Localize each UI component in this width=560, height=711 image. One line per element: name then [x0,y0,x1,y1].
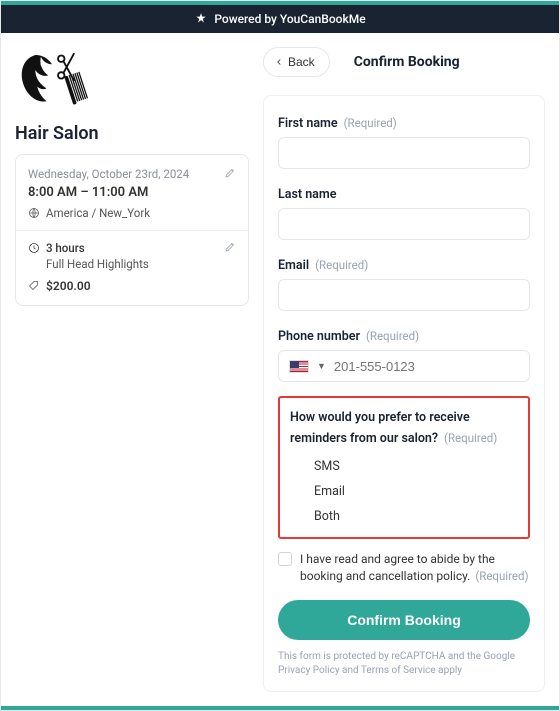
reminder-question-label: How would you prefer to receive reminder… [290,410,470,446]
booking-form: First name (Required) Last name Email (R… [263,95,545,692]
reminder-preference-group: How would you prefer to receive reminder… [278,396,530,539]
chevron-left-icon [274,57,284,67]
summary-time: 8:00 AM – 11:00 AM [28,185,224,200]
summary-duration: 3 hours [46,241,85,255]
required-tag: (Required) [315,258,368,272]
edit-service-icon[interactable] [224,241,236,253]
app-frame: Powered by YouCanBookMe [0,0,560,711]
clock-icon [28,242,40,254]
powered-by-text: Powered by YouCanBookMe [214,12,365,26]
last-name-label: Last name [278,187,336,202]
first-name-input[interactable] [278,137,530,169]
back-button-label: Back [288,55,315,69]
summary-service: Full Head Highlights [46,257,224,271]
phone-label: Phone number [278,329,360,344]
consent-checkbox[interactable] [278,552,292,566]
consent-text: I have read and agree to abide by the bo… [300,552,495,583]
first-name-label: First name [278,116,338,131]
business-logo [15,47,249,113]
confirm-booking-button[interactable]: Confirm Booking [278,600,530,640]
required-tag: (Required) [444,431,497,445]
required-tag: (Required) [475,569,528,583]
flag-us-icon[interactable] [289,360,309,373]
right-column: Back Confirm Booking First name (Require… [263,47,545,692]
globe-icon [28,207,40,219]
back-button[interactable]: Back [263,47,330,77]
required-tag: (Required) [366,329,419,343]
consent-row[interactable]: I have read and agree to abide by the bo… [278,551,530,585]
edit-datetime-icon[interactable] [224,167,236,179]
recaptcha-footnote: This form is protected by reCAPTCHA and … [278,650,530,677]
reminder-option-both[interactable]: Both [314,504,518,529]
phone-input[interactable] [334,359,519,374]
country-dropdown-caret[interactable]: ▼ [317,361,326,372]
last-name-input[interactable] [278,208,530,240]
summary-date: Wednesday, October 23rd, 2024 [28,167,224,181]
summary-timezone: America / New_York [46,206,150,220]
reminder-option-sms[interactable]: SMS [314,454,518,479]
email-input[interactable] [278,279,530,311]
powered-by-bar[interactable]: Powered by YouCanBookMe [1,5,559,33]
summary-price: $200.00 [46,279,91,293]
tag-icon [28,280,40,292]
reminder-option-email[interactable]: Email [314,479,518,504]
ycbm-logo-icon [194,12,208,26]
email-label: Email [278,258,309,273]
page-title: Confirm Booking [354,54,460,70]
left-column: Hair Salon Wednesday, October 23rd, 2024… [15,47,249,692]
booking-summary-card: Wednesday, October 23rd, 2024 8:00 AM – … [15,154,249,306]
bottom-accent-bar [1,706,559,710]
required-tag: (Required) [344,116,397,130]
business-name: Hair Salon [15,123,249,144]
